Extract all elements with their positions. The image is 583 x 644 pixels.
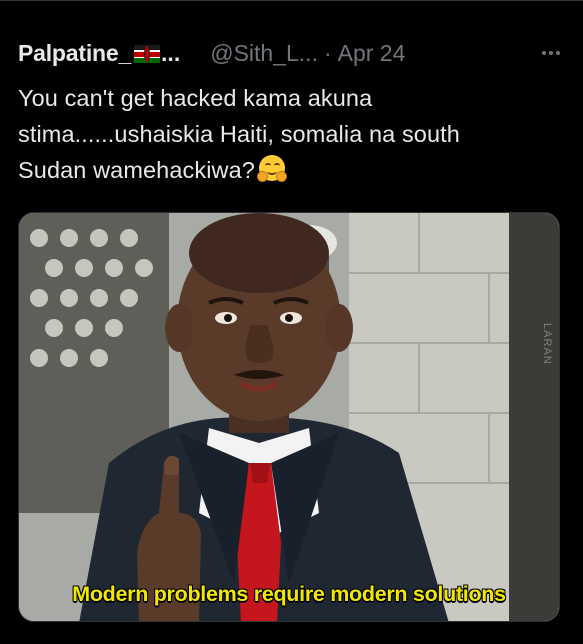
- tweet-date[interactable]: Apr 24: [338, 40, 406, 67]
- hugging-face-emoji: [256, 154, 287, 184]
- name-truncation: ...: [161, 39, 181, 66]
- tweet-text-line: stima......ushaiskia Haiti, somalia na s…: [18, 121, 460, 147]
- display-name[interactable]: Palpatine_: [18, 40, 131, 67]
- tweet-header: Palpatine_ ... @Sith_L... · Apr 24: [18, 36, 568, 70]
- separator-dot: ·: [323, 39, 332, 66]
- meme-illustration: [19, 213, 559, 621]
- tweet-media-image[interactable]: LARAN Modern problems require modern sol…: [18, 212, 560, 622]
- tweet-text: You can't get hacked kama akuna stima...…: [18, 80, 566, 188]
- user-handle[interactable]: @Sith_L...: [210, 40, 318, 67]
- meme-caption: Modern problems require modern solutions: [72, 582, 506, 606]
- kenya-flag-icon: [134, 45, 161, 63]
- more-horizontal-icon[interactable]: [536, 40, 566, 66]
- tweet-text-line: Sudan wamehackiwa?: [18, 152, 566, 188]
- tweet[interactable]: Palpatine_ ... @Sith_L... · Apr 24 You c…: [0, 0, 583, 644]
- tweet-text-line: You can't get hacked kama akuna: [18, 85, 373, 111]
- image-watermark: LARAN: [541, 323, 553, 365]
